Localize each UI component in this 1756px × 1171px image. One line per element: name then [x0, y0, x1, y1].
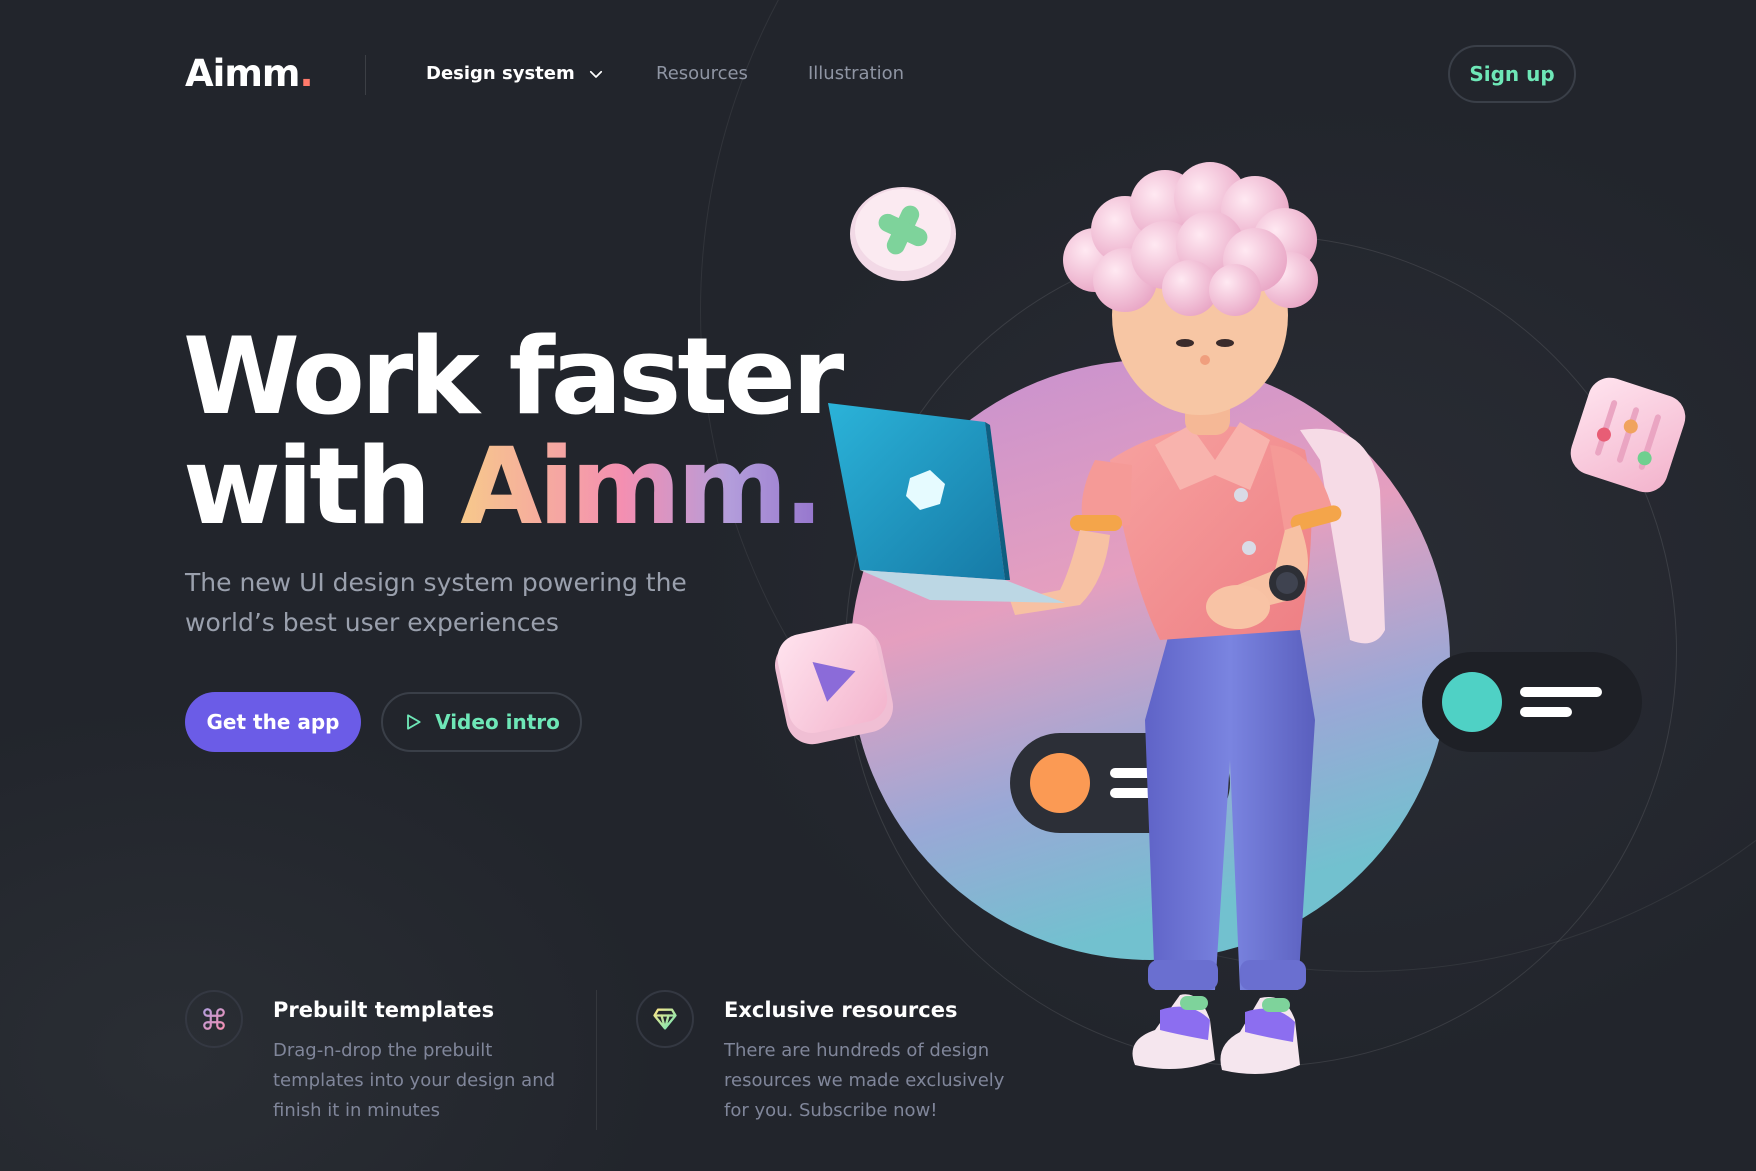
nav-resources[interactable]: Resources: [656, 63, 748, 84]
hero-subtitle: The new UI design system powering the wo…: [185, 568, 687, 637]
logo-dot: .: [299, 52, 313, 95]
curly-hair: [1063, 162, 1318, 316]
get-the-app-button[interactable]: Get the app: [185, 692, 361, 752]
floating-chip-teal: [1422, 652, 1642, 752]
hero-title-line-1: Work faster: [183, 315, 844, 438]
command-icon: [203, 1008, 225, 1030]
play-icon: [407, 714, 421, 730]
header-divider: [365, 55, 366, 95]
nav-design-system[interactable]: Design system: [426, 63, 605, 84]
floating-plus-disc: [850, 187, 956, 281]
site-header: Aimm. Design system Resources Illustrati…: [0, 0, 1756, 150]
chevron-down-icon: [589, 70, 602, 78]
hero-illustration: [774, 162, 1686, 1074]
nav-design-system-label: Design system: [426, 63, 575, 84]
feature-title: Prebuilt templates: [273, 998, 495, 1022]
left-shoe: [1132, 994, 1215, 1069]
feature-divider: [596, 990, 597, 1130]
video-intro-button[interactable]: Video intro: [381, 692, 582, 752]
floating-slider-cube: [1570, 377, 1686, 493]
landing-page: Aimm. Design system Resources Illustrati…: [0, 0, 1756, 1171]
logo[interactable]: Aimm.: [185, 52, 314, 95]
hero-title: Work faster with Aimm.: [183, 315, 844, 542]
hero-title-line-2: with Aimm.: [183, 432, 840, 542]
nav-illustration[interactable]: Illustration: [808, 63, 904, 84]
feature-description: Drag-n-drop the prebuilt templates into …: [273, 1040, 556, 1121]
diamond-icon-wrapper: [636, 990, 694, 1048]
video-intro-label: Video intro: [435, 710, 560, 734]
right-shoe: [1220, 996, 1300, 1074]
command-icon-wrapper: [185, 990, 243, 1048]
logo-text: Aimm: [185, 52, 300, 95]
hero-title-with: with: [183, 425, 461, 548]
diamond-icon: [653, 1008, 677, 1030]
sign-up-button[interactable]: Sign up: [1448, 45, 1576, 103]
